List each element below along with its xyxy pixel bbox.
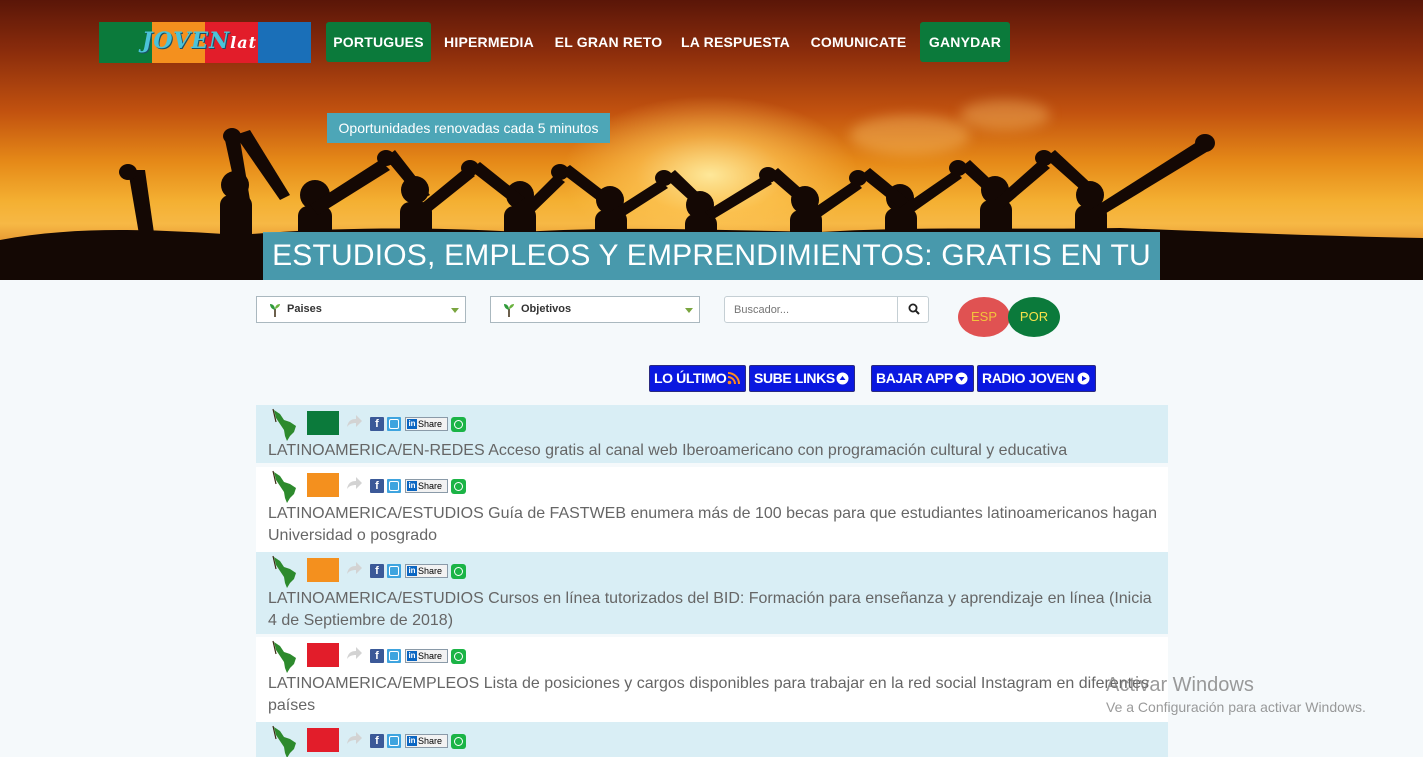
linkedin-share-button[interactable]: in Share: [405, 479, 448, 493]
linkedin-share-label: Share: [418, 736, 443, 746]
chevron-down-icon: [685, 308, 693, 313]
lang-por-button[interactable]: POR: [1008, 297, 1060, 337]
objetivos-label: Objetivos: [521, 303, 572, 315]
category-badge-icon: [307, 411, 339, 435]
latam-map-icon: [272, 640, 296, 673]
play-icon: [1077, 372, 1090, 385]
item-title[interactable]: LATINOAMERICA/ESTUDIOS Cursos en línea t…: [268, 588, 1158, 632]
whatsapp-icon[interactable]: [451, 649, 466, 664]
category-badge-icon: [307, 643, 339, 667]
paises-label: Paises: [287, 303, 322, 315]
linkedin-share-button[interactable]: in Share: [405, 417, 448, 431]
linkedin-share-label: Share: [418, 481, 443, 491]
search-button[interactable]: [897, 296, 929, 323]
share-arrow-icon[interactable]: [346, 560, 364, 576]
share-arrow-icon[interactable]: [346, 730, 364, 746]
list-item[interactable]: f in Share LATINOAMERICA/EMPLEOS Lista de…: [256, 637, 1168, 722]
windows-activation-title: Activar Windows: [1106, 674, 1254, 696]
rss-icon: [727, 372, 740, 385]
whatsapp-icon[interactable]: [451, 564, 466, 579]
download-icon: [955, 372, 968, 385]
bajar-app-label: BAJAR APP: [876, 370, 953, 386]
linkedin-share-label: Share: [418, 651, 443, 661]
nav-la-respuesta[interactable]: LA RESPUESTA: [678, 22, 793, 62]
linkedin-icon: in: [407, 566, 417, 576]
category-badge-icon: [307, 728, 339, 752]
facebook-icon[interactable]: f: [370, 564, 384, 578]
category-badge-icon: [307, 558, 339, 582]
whatsapp-icon[interactable]: [451, 479, 466, 494]
list-item[interactable]: f in Share LATINOAMERICA/EN-REDES Acceso …: [256, 405, 1168, 463]
linkedin-share-label: Share: [418, 566, 443, 576]
lo-ultimo-button[interactable]: LO ÚLTIMO: [649, 365, 746, 392]
logo-band-blue: [258, 22, 311, 63]
share-arrow-icon[interactable]: [346, 645, 364, 661]
facebook-icon[interactable]: f: [370, 417, 384, 431]
hero-title: ESTUDIOS, EMPLEOS Y EMPRENDIMIENTOS: GRA…: [263, 232, 1160, 280]
share-arrow-icon[interactable]: [346, 475, 364, 491]
list-item[interactable]: f in Share LATINOAMERICA/ESTUDIOS Guía de…: [256, 467, 1168, 552]
latam-map-icon: [272, 555, 296, 588]
linkedin-icon: in: [407, 651, 417, 661]
sprout-icon: [270, 304, 280, 317]
objetivos-select[interactable]: Objetivos: [490, 296, 700, 323]
upload-icon: [836, 372, 849, 385]
lang-esp-button[interactable]: ESP: [958, 297, 1010, 337]
item-title[interactable]: LATINOAMERICA/EN-REDES Acceso gratis al …: [268, 440, 1158, 462]
hero-banner: JOVENlat PORTUGUES HIPERMEDIA EL GRAN RE…: [0, 0, 1423, 280]
linkedin-share-button[interactable]: in Share: [405, 649, 448, 663]
radio-joven-button[interactable]: RADIO JOVEN: [977, 365, 1096, 392]
logo-text: JOVENlat: [142, 28, 257, 54]
chevron-down-icon: [451, 308, 459, 313]
list-item[interactable]: f in Share: [256, 722, 1168, 757]
twitter-icon[interactable]: [387, 734, 401, 748]
twitter-icon[interactable]: [387, 417, 401, 431]
sube-links-button[interactable]: SUBE LINKS: [749, 365, 855, 392]
latam-map-icon: [272, 470, 296, 503]
twitter-icon[interactable]: [387, 564, 401, 578]
linkedin-share-button[interactable]: in Share: [405, 734, 448, 748]
list-item[interactable]: f in Share LATINOAMERICA/ESTUDIOS Cursos …: [256, 552, 1168, 634]
category-badge-icon: [307, 473, 339, 497]
facebook-icon[interactable]: f: [370, 649, 384, 663]
linkedin-icon: in: [407, 736, 417, 746]
search-input[interactable]: [724, 296, 898, 323]
linkedin-icon: in: [407, 481, 417, 491]
linkedin-icon: in: [407, 419, 417, 429]
windows-activation-subtitle: Ve a Configuración para activar Windows.: [1106, 699, 1366, 715]
whatsapp-icon[interactable]: [451, 417, 466, 432]
linkedin-share-button[interactable]: in Share: [405, 564, 448, 578]
radio-joven-label: RADIO JOVEN: [982, 370, 1075, 386]
bajar-app-button[interactable]: BAJAR APP: [871, 365, 974, 392]
nav-hipermedia[interactable]: HIPERMEDIA: [438, 22, 540, 62]
latam-map-icon: [272, 408, 296, 441]
share-arrow-icon[interactable]: [346, 413, 364, 429]
sube-links-label: SUBE LINKS: [754, 370, 835, 386]
nav-portugues[interactable]: PORTUGUES: [326, 22, 431, 62]
logo-suffix: lat: [230, 33, 257, 52]
oportunidades-badge: Oportunidades renovadas cada 5 minutos: [327, 113, 610, 143]
item-title[interactable]: LATINOAMERICA/EMPLEOS Lista de posicione…: [268, 673, 1158, 717]
logo-word: JOVEN: [142, 28, 231, 54]
facebook-icon[interactable]: f: [370, 734, 384, 748]
twitter-icon[interactable]: [387, 479, 401, 493]
item-title[interactable]: LATINOAMERICA/ESTUDIOS Guía de FASTWEB e…: [268, 503, 1158, 547]
lo-ultimo-label: LO ÚLTIMO: [654, 370, 727, 386]
latam-map-icon: [272, 725, 296, 757]
search-icon: [908, 303, 920, 315]
nav-ganydar[interactable]: GANYDAR: [920, 22, 1010, 62]
facebook-icon[interactable]: f: [370, 479, 384, 493]
nav-el-gran-reto[interactable]: EL GRAN RETO: [552, 22, 665, 62]
whatsapp-icon[interactable]: [451, 734, 466, 749]
linkedin-share-label: Share: [418, 419, 443, 429]
paises-select[interactable]: Paises: [256, 296, 466, 323]
sprout-icon: [504, 304, 514, 317]
nav-comunicate[interactable]: COMUNICATE: [805, 22, 912, 62]
twitter-icon[interactable]: [387, 649, 401, 663]
